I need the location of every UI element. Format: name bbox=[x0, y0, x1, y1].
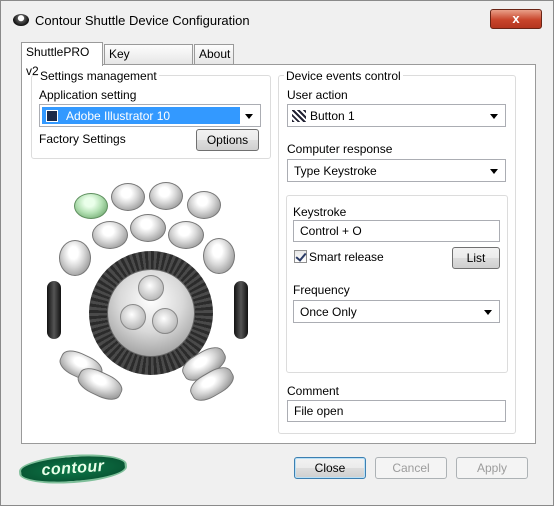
smart-release-checkbox[interactable] bbox=[294, 250, 307, 263]
comment-value: File open bbox=[294, 404, 344, 418]
list-button[interactable]: List bbox=[452, 247, 500, 269]
close-button[interactable]: Close bbox=[294, 457, 366, 479]
tab-key-composer[interactable]: Key Composer™ bbox=[104, 44, 193, 80]
frequency-value: Once Only bbox=[300, 305, 357, 319]
application-setting-value: Adobe Illustrator 10 bbox=[66, 109, 171, 123]
keystroke-label: Keystroke bbox=[293, 205, 347, 219]
keystroke-value: Control + O bbox=[300, 224, 362, 238]
device-button-icon bbox=[292, 110, 306, 122]
jog-dimple-right bbox=[152, 308, 178, 334]
device-button-6[interactable] bbox=[130, 214, 166, 242]
title-bar[interactable]: Contour Shuttle Device Configuration x bbox=[1, 1, 553, 41]
shuttle-device-image bbox=[41, 176, 251, 416]
keystroke-field[interactable]: Control + O bbox=[293, 220, 500, 242]
frequency-label: Frequency bbox=[293, 283, 350, 297]
user-action-select[interactable]: Button 1 bbox=[287, 104, 506, 127]
chevron-down-icon bbox=[490, 169, 498, 174]
application-icon bbox=[46, 110, 58, 122]
factory-settings-label: Factory Settings bbox=[39, 132, 126, 146]
comment-field[interactable]: File open bbox=[287, 400, 506, 422]
window-close-button[interactable]: x bbox=[490, 9, 542, 29]
tab-about[interactable]: About bbox=[194, 44, 234, 64]
device-button-1[interactable] bbox=[74, 193, 108, 219]
smart-release-label: Smart release bbox=[309, 250, 384, 264]
chevron-down-icon bbox=[490, 114, 498, 119]
jog-dimple-left bbox=[120, 304, 146, 330]
device-left-side-button[interactable] bbox=[47, 281, 61, 339]
dialog-window: Contour Shuttle Device Configuration x S… bbox=[0, 0, 554, 506]
settings-management-title: Settings management bbox=[38, 69, 159, 83]
device-events-title: Device events control bbox=[284, 69, 403, 83]
computer-response-select[interactable]: Type Keystroke bbox=[287, 159, 506, 182]
window-title: Contour Shuttle Device Configuration bbox=[35, 13, 250, 28]
contour-logo: contour bbox=[18, 451, 128, 487]
chevron-down-icon bbox=[484, 310, 492, 315]
options-button[interactable]: Options bbox=[196, 129, 259, 151]
device-right-side-button[interactable] bbox=[234, 281, 248, 339]
device-button-5[interactable] bbox=[92, 221, 128, 249]
chevron-down-icon bbox=[245, 114, 253, 119]
comment-label: Comment bbox=[287, 384, 340, 398]
device-button-7[interactable] bbox=[168, 221, 204, 249]
frequency-select[interactable]: Once Only bbox=[293, 300, 500, 323]
device-button-3[interactable] bbox=[149, 182, 183, 210]
apply-button[interactable]: Apply bbox=[456, 457, 528, 479]
jog-dimple-top bbox=[138, 275, 164, 301]
user-action-value: Button 1 bbox=[310, 109, 355, 123]
computer-response-value: Type Keystroke bbox=[294, 164, 377, 178]
application-setting-select[interactable]: Adobe Illustrator 10 bbox=[39, 104, 261, 127]
tab-shuttlepro-v2[interactable]: ShuttlePRO v2 bbox=[21, 42, 103, 78]
device-button-8[interactable] bbox=[59, 240, 91, 276]
cancel-button[interactable]: Cancel bbox=[375, 457, 447, 479]
shuttle-app-icon bbox=[13, 14, 29, 26]
device-button-2[interactable] bbox=[111, 183, 145, 211]
device-button-4[interactable] bbox=[187, 191, 221, 219]
computer-response-label: Computer response bbox=[287, 142, 393, 156]
user-action-label: User action bbox=[287, 88, 348, 102]
device-button-9[interactable] bbox=[203, 238, 235, 274]
application-setting-label: Application setting bbox=[39, 88, 137, 102]
